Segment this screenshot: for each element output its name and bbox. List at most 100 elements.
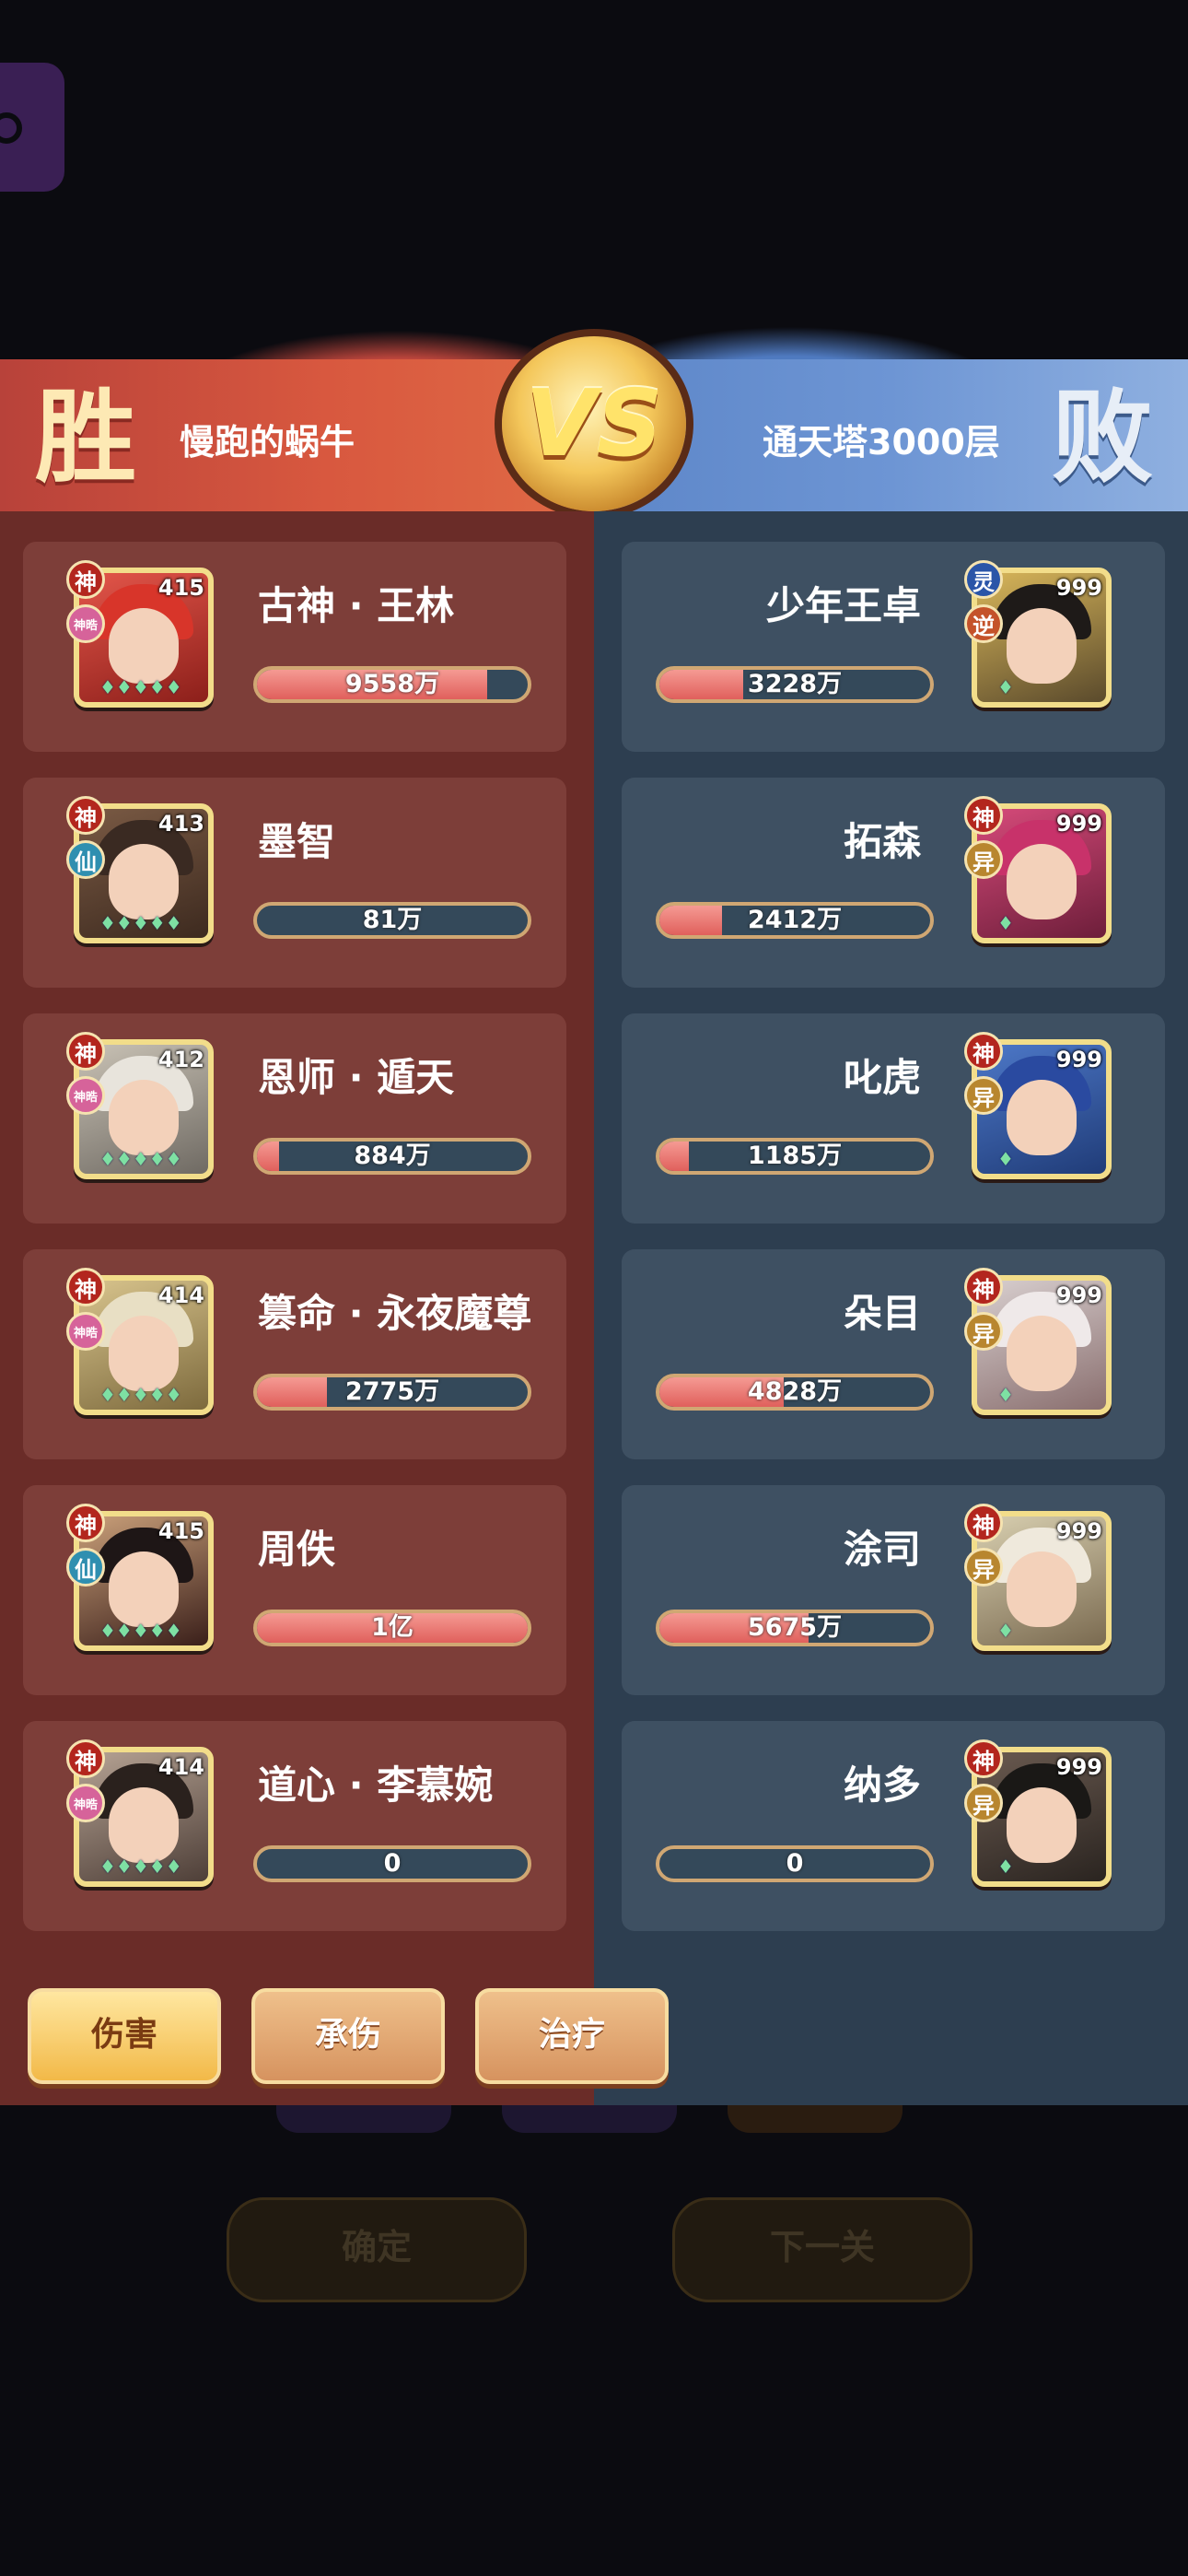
hero-name: 拓森 [843,819,921,864]
damage-value: 884万 [354,1142,431,1170]
rank-badge: 灵 [964,560,1003,599]
right-hero-row: 神 异 999 ♦ 叱虎 1185万 [622,1013,1165,1224]
hero-face [1007,608,1077,684]
type-badge: 异 [964,1784,1003,1822]
hero-name: 叱虎 [843,1055,921,1100]
win-label: 胜 [35,378,136,497]
hero-name: 篡命 · 永夜魔尊 [258,1291,532,1336]
hero-name: 墨智 [258,819,336,864]
hero-avatar[interactable]: 神 异 999 ♦ [964,1032,1112,1179]
damage-value: 0 [383,1849,402,1878]
lose-label: 败 [1052,378,1153,497]
hero-name: 涂司 [843,1527,921,1572]
rank-badge: 神 [964,1739,1003,1778]
rank-badge: 神 [66,560,105,599]
hero-avatar[interactable]: 神 异 999 ♦ [964,1504,1112,1651]
left-hero-row: 神 神晧 415 ♦♦♦♦♦ 古神 · 王林 9558万 [23,542,566,752]
damage-bar: 0 [656,1845,934,1882]
hero-level: 999 [1055,575,1102,601]
type-badge: 神晧 [66,1784,105,1822]
damage-value: 3228万 [747,670,843,698]
next-level-button[interactable]: 下一关 [672,2197,973,2302]
hero-level: 999 [1055,1047,1102,1072]
tab-healing[interactable]: 治疗 [475,1988,669,2084]
damage-bar: 4828万 [656,1374,934,1411]
left-hero-row: 神 仙 415 ♦♦♦♦♦ 周佚 1亿 [23,1485,566,1695]
type-badge: 仙 [66,1548,105,1587]
damage-bar: 1亿 [253,1610,531,1646]
vs-emblem: VS [502,336,686,511]
star-icons: ♦ [997,912,1014,934]
hero-face [109,1316,179,1391]
damage-value: 1亿 [371,1613,413,1642]
versus-banner: 胜 慢跑的蜗牛 通天塔3000层 败 VS [0,313,1188,516]
hero-face [109,1787,179,1863]
rank-badge: 神 [964,1504,1003,1542]
hero-avatar[interactable]: 神 仙 415 ♦♦♦♦♦ [66,1504,214,1651]
star-icons: ♦♦♦♦♦ [99,1384,182,1406]
star-icons: ♦ [997,1384,1014,1406]
hero-level: 999 [1055,1754,1102,1780]
hero-level: 999 [1055,1518,1102,1544]
star-icons: ♦♦♦♦♦ [99,1856,182,1878]
hero-avatar[interactable]: 神 神晧 414 ♦♦♦♦♦ [66,1268,214,1415]
rank-badge: 神 [66,1504,105,1542]
damage-value: 9558万 [344,670,440,698]
rank-badge: 神 [66,1268,105,1306]
damage-bar: 81万 [253,902,531,939]
star-icons: ♦ [997,1620,1014,1642]
star-icons: ♦ [997,1148,1014,1170]
star-icons: ♦♦♦♦♦ [99,912,182,934]
left-player-name: 慢跑的蜗牛 [180,422,355,463]
right-player-name: 通天塔3000层 [763,422,1000,463]
type-badge: 神晧 [66,1076,105,1115]
right-hero-row: 神 异 999 ♦ 朵目 4828万 [622,1249,1165,1459]
hero-avatar[interactable]: 神 异 999 ♦ [964,796,1112,943]
type-badge: 神晧 [66,1312,105,1351]
damage-value: 5675万 [747,1613,843,1642]
damage-value: 81万 [362,906,423,934]
hero-face [1007,1551,1077,1627]
damage-bar: 2412万 [656,902,934,939]
type-badge: 异 [964,840,1003,879]
hero-name: 古神 · 王林 [258,583,455,628]
confirm-button[interactable]: 确定 [227,2197,527,2302]
hero-avatar[interactable]: 神 神晧 414 ♦♦♦♦♦ [66,1739,214,1887]
hero-level: 415 [157,1518,204,1544]
menu-icon [0,112,22,144]
hero-avatar[interactable]: 神 仙 413 ♦♦♦♦♦ [66,796,214,943]
vs-text: VS [525,369,663,477]
hero-name: 纳多 [843,1762,921,1808]
side-menu-tab[interactable] [0,63,64,192]
hero-avatar[interactable]: 灵 逆 999 ♦ [964,560,1112,708]
star-icons: ♦♦♦♦♦ [99,676,182,698]
hero-avatar[interactable]: 神 神晧 412 ♦♦♦♦♦ [66,1032,214,1179]
right-hero-row: 灵 逆 999 ♦ 少年王卓 3228万 [622,542,1165,752]
left-hero-row: 神 仙 413 ♦♦♦♦♦ 墨智 81万 [23,778,566,988]
damage-bar: 3228万 [656,666,934,703]
rank-badge: 神 [66,796,105,835]
tab-damage-taken[interactable]: 承伤 [251,1988,445,2084]
star-icons: ♦ [997,1856,1014,1878]
tab-damage[interactable]: 伤害 [28,1988,221,2084]
hero-face [1007,1787,1077,1863]
type-badge: 仙 [66,840,105,879]
right-hero-row: 神 异 999 ♦ 涂司 5675万 [622,1485,1165,1695]
damage-bar: 5675万 [656,1610,934,1646]
hero-name: 道心 · 李慕婉 [258,1762,494,1808]
rank-badge: 神 [964,796,1003,835]
damage-bar: 2775万 [253,1374,531,1411]
rank-badge: 神 [66,1032,105,1071]
type-badge: 异 [964,1312,1003,1351]
rank-badge: 神 [66,1739,105,1778]
type-badge: 异 [964,1548,1003,1587]
hero-name: 少年王卓 [765,583,921,628]
hero-face [1007,844,1077,919]
hero-avatar[interactable]: 神 异 999 ♦ [964,1739,1112,1887]
hero-avatar[interactable]: 神 异 999 ♦ [964,1268,1112,1415]
type-badge: 神晧 [66,604,105,643]
hero-avatar[interactable]: 神 神晧 415 ♦♦♦♦♦ [66,560,214,708]
star-icons: ♦♦♦♦♦ [99,1620,182,1642]
type-badge: 逆 [964,604,1003,643]
hero-name: 恩师 · 遁天 [258,1055,455,1100]
